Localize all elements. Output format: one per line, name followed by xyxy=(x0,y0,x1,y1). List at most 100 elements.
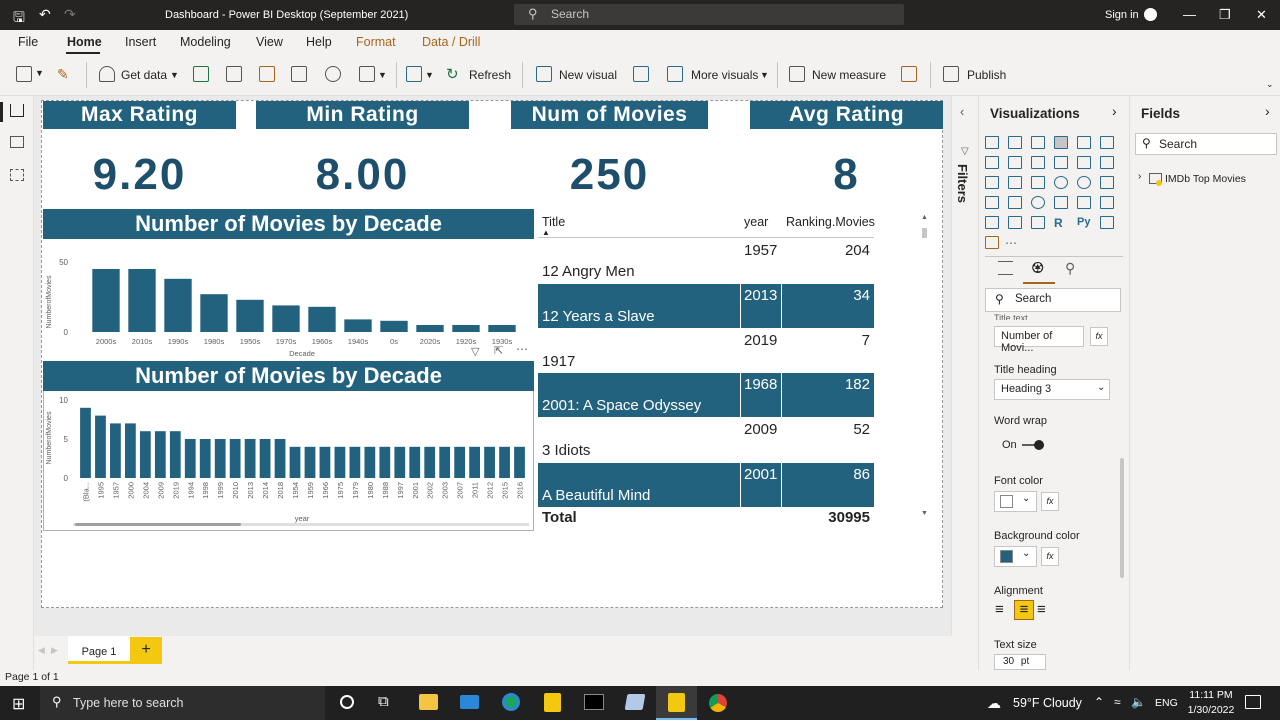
clustered-bar-icon[interactable] xyxy=(1031,136,1045,149)
chart1-bar[interactable] xyxy=(200,294,228,332)
clock-date[interactable]: 1/30/2022 xyxy=(1183,704,1239,716)
file-explorer-icon[interactable] xyxy=(419,694,438,710)
chart1-bar[interactable] xyxy=(308,306,336,332)
minimize-icon[interactable]: — xyxy=(1183,7,1196,22)
refresh-button[interactable]: Refresh xyxy=(469,68,511,82)
menu-data-drill[interactable]: Data / Drill xyxy=(422,35,480,49)
chart1-bar[interactable] xyxy=(380,320,408,332)
task-view-icon[interactable]: ⧉ xyxy=(378,693,389,710)
scroll-up-icon[interactable]: ▲ xyxy=(921,214,928,221)
filters-label[interactable]: Filters xyxy=(955,164,970,203)
chart1-bar[interactable] xyxy=(236,299,264,332)
funnel-icon[interactable] xyxy=(1008,176,1022,189)
power-bi-active-icon[interactable] xyxy=(668,693,685,712)
pie-icon[interactable] xyxy=(1054,176,1068,189)
chart2-bar[interactable] xyxy=(199,439,211,478)
r-visual-icon[interactable]: R xyxy=(1054,216,1068,230)
chart2-bar[interactable] xyxy=(289,446,301,478)
chart2-bar[interactable] xyxy=(469,446,481,478)
chevron-right-icon[interactable]: › xyxy=(1138,171,1141,182)
line-clustered-icon[interactable] xyxy=(1077,156,1091,169)
fields-search-input[interactable]: ⚲ Search xyxy=(1135,133,1277,155)
close-icon[interactable]: ✕ xyxy=(1256,7,1267,23)
publish-icon[interactable] xyxy=(943,66,959,82)
more-visuals-icon[interactable] xyxy=(667,66,683,82)
menu-view[interactable]: View xyxy=(256,35,283,49)
chart2-bar[interactable] xyxy=(454,446,466,478)
chart2-bar[interactable] xyxy=(409,446,421,478)
database-icon[interactable] xyxy=(99,66,115,82)
card-num-movies-value[interactable]: 250 xyxy=(511,150,708,200)
report-view-icon[interactable] xyxy=(10,104,24,117)
chart2-bar[interactable] xyxy=(499,446,510,478)
table-icon[interactable] xyxy=(1008,216,1022,229)
chart1-bar[interactable] xyxy=(164,278,192,332)
chart2-bar[interactable] xyxy=(80,407,91,478)
chart2-bar[interactable] xyxy=(110,423,121,478)
title-heading-select[interactable]: Heading 3 ⌄ xyxy=(994,379,1110,400)
chart2-bar[interactable] xyxy=(244,439,256,478)
chart1-bar[interactable] xyxy=(344,319,372,332)
chevron-up-icon[interactable]: ⌃ xyxy=(1094,695,1104,709)
chart2-bar[interactable] xyxy=(334,446,346,478)
horizontal-scrollbar-thumb[interactable] xyxy=(75,523,241,526)
transform-icon[interactable] xyxy=(406,66,422,82)
line-icon[interactable] xyxy=(985,156,999,169)
restore-icon[interactable]: ❐ xyxy=(1219,7,1231,23)
terminal-icon[interactable] xyxy=(584,694,604,710)
new-measure-button[interactable]: New measure xyxy=(812,68,886,82)
background-color-fx-button[interactable]: fx xyxy=(1041,547,1059,566)
data-view-icon[interactable] xyxy=(10,136,24,148)
chart2-bar[interactable] xyxy=(319,446,331,478)
sign-in-link[interactable]: Sign in xyxy=(1105,9,1139,21)
notes-icon[interactable] xyxy=(624,694,646,710)
table-row[interactable]: 1917 2019 7 xyxy=(538,329,874,373)
menu-home[interactable]: Home xyxy=(67,35,102,49)
new-visual-icon[interactable] xyxy=(536,66,552,82)
collapse-ribbon-icon[interactable]: ⌄ xyxy=(1266,79,1274,90)
menu-modeling[interactable]: Modeling xyxy=(180,35,231,49)
focus-mode-icon[interactable]: ⇱ xyxy=(494,344,503,357)
font-color-fx-button[interactable]: fx xyxy=(1041,492,1059,511)
chevron-right-icon[interactable]: › xyxy=(1112,103,1117,119)
chart1-bar[interactable] xyxy=(416,325,444,332)
refresh-icon[interactable]: ↻ xyxy=(446,65,459,83)
card-min-rating-value[interactable]: 8.00 xyxy=(256,150,469,200)
matrix-icon[interactable] xyxy=(1031,216,1045,229)
sql-icon[interactable] xyxy=(291,66,307,82)
mail-icon[interactable] xyxy=(460,695,479,709)
save-icon[interactable]: 🖫 xyxy=(13,7,25,31)
python-visual-icon[interactable]: Py xyxy=(1077,216,1091,229)
filter-icon[interactable]: ▽ xyxy=(471,345,479,358)
ribbon-icon[interactable] xyxy=(1100,156,1114,169)
100-column-icon[interactable] xyxy=(1100,136,1114,149)
chart2-bar[interactable] xyxy=(439,446,451,478)
map-icon[interactable] xyxy=(985,196,999,209)
area-icon[interactable] xyxy=(1008,156,1022,169)
chevron-down-icon[interactable]: ▼ xyxy=(35,68,44,78)
chart1-bar[interactable] xyxy=(272,305,300,332)
slicer-icon[interactable] xyxy=(985,216,999,229)
gauge-icon[interactable] xyxy=(1031,196,1045,209)
chart2-bar[interactable] xyxy=(274,439,286,478)
power-bi-icon[interactable] xyxy=(544,693,561,712)
notifications-icon[interactable] xyxy=(1245,695,1261,709)
line-column-icon[interactable] xyxy=(1054,156,1068,169)
chart2-bar[interactable] xyxy=(424,446,436,478)
table-header-year[interactable]: year xyxy=(744,215,768,229)
format-painter-icon[interactable]: ✎ xyxy=(57,66,69,83)
chart2-bar[interactable] xyxy=(154,431,166,478)
menu-help[interactable]: Help xyxy=(306,35,332,49)
chart1-bar[interactable] xyxy=(488,325,516,332)
align-right-icon[interactable]: ≡ xyxy=(1037,601,1046,618)
recent-sources-icon[interactable] xyxy=(325,66,341,82)
title-text-input[interactable]: Number of Movi... xyxy=(994,326,1084,354)
format-paint-roller-icon[interactable]: ♼ xyxy=(1031,259,1044,277)
filters-pane-collapsed[interactable]: ‹ ▽ Filters xyxy=(951,96,978,636)
background-color-picker[interactable]: ⌄ xyxy=(994,546,1037,567)
table-header-ranking[interactable]: Ranking.Movies xyxy=(786,215,875,229)
chart2-bar[interactable] xyxy=(214,439,226,478)
taskbar-search-box[interactable]: ⚲ Type here to search xyxy=(40,686,325,720)
chart2-bar[interactable] xyxy=(364,446,376,478)
filled-map-icon[interactable] xyxy=(1008,196,1022,209)
